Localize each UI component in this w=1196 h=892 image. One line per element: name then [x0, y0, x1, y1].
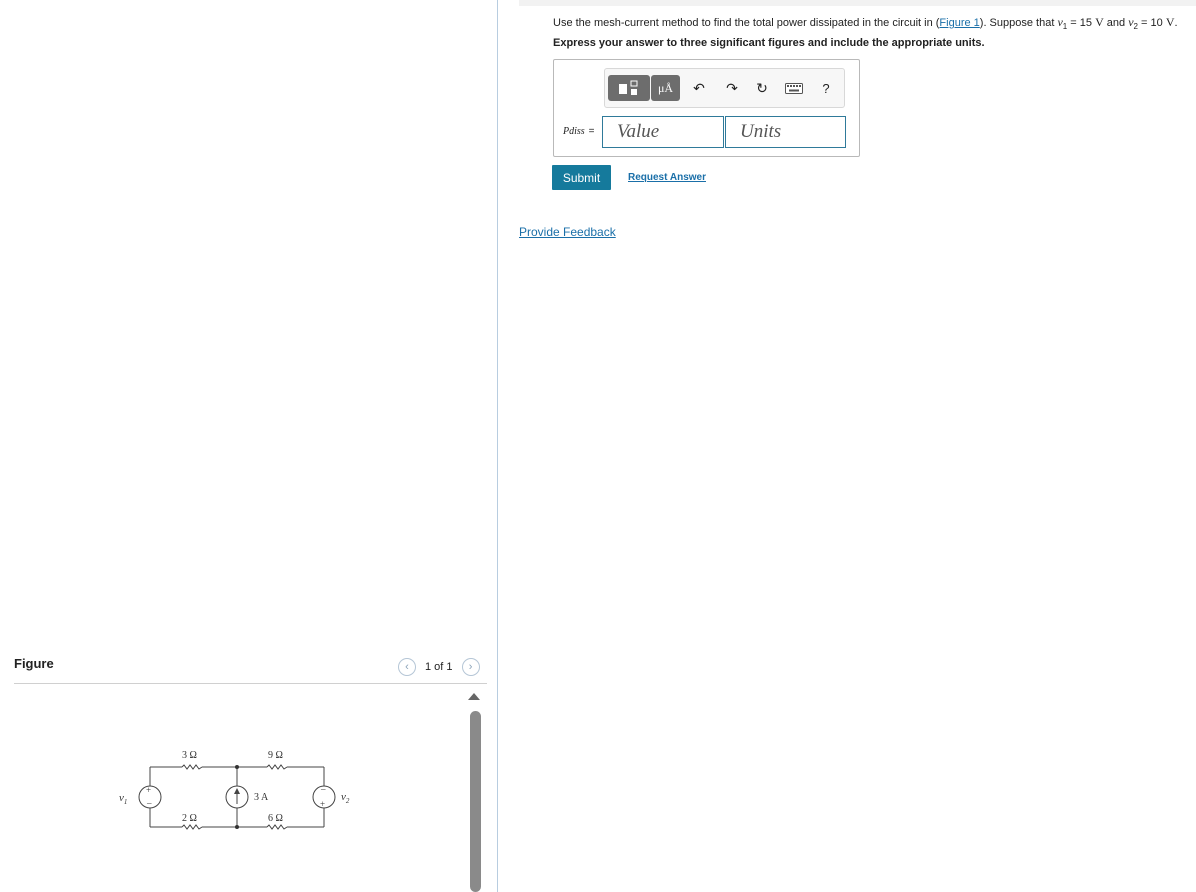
reset-icon: ↻ — [756, 79, 768, 96]
pdiss-label: Pdiss = — [563, 126, 595, 137]
math-toolbar: μÅ ↶ ↷ ↻ ? — [604, 68, 845, 108]
figure-1-link[interactable]: Figure 1 — [939, 17, 979, 29]
units-button[interactable]: μÅ — [651, 75, 680, 101]
undo-icon: ↶ — [693, 79, 705, 96]
templates-icon — [619, 80, 638, 95]
provide-feedback-link[interactable]: Provide Feedback — [519, 225, 616, 239]
r-top-left-label: 3 Ω — [182, 750, 197, 761]
keyboard-icon — [785, 82, 803, 94]
figure-pager: ‹ 1 of 1 › — [398, 656, 480, 678]
panel-divider — [497, 0, 498, 892]
undo-button[interactable]: ↶ — [688, 75, 710, 101]
top-bar — [519, 0, 1196, 6]
svg-text:+: + — [320, 799, 325, 809]
figure-heading: Figure — [14, 656, 54, 671]
redo-button[interactable]: ↷ — [721, 75, 743, 101]
r-bottom-left-label: 2 Ω — [182, 813, 197, 824]
scrollbar-thumb[interactable] — [470, 711, 481, 892]
svg-text:+: + — [146, 785, 151, 795]
redo-icon: ↷ — [726, 79, 738, 96]
answer-instruction: Express your answer to three significant… — [553, 37, 985, 49]
svg-text:–: – — [320, 784, 326, 794]
current-source-label: 3 A — [254, 792, 269, 803]
units-input[interactable] — [725, 116, 846, 148]
submit-button[interactable]: Submit — [552, 165, 611, 190]
chevron-left-icon: ‹ — [405, 661, 409, 673]
scroll-up-arrow[interactable] — [468, 693, 480, 700]
v2-label: v2 — [341, 791, 350, 805]
svg-text:–: – — [146, 798, 152, 808]
keyboard-button[interactable] — [782, 75, 806, 101]
next-figure-button[interactable]: › — [461, 658, 480, 676]
pager-count: 1 of 1 — [425, 661, 453, 673]
r-bottom-right-label: 6 Ω — [268, 813, 283, 824]
figure-panel: Figure ‹ 1 of 1 › + – – + 3 Ω 9 Ω 2 Ω 6 … — [0, 0, 497, 892]
templates-button[interactable] — [608, 75, 650, 101]
circuit-diagram: + – – + 3 Ω 9 Ω 2 Ω 6 Ω 3 A v1 v2 — [119, 750, 350, 830]
chevron-right-icon: › — [468, 661, 473, 673]
figure-divider — [14, 683, 487, 684]
request-answer-link[interactable]: Request Answer — [628, 172, 706, 183]
v1-label: v1 — [119, 792, 127, 806]
help-button[interactable]: ? — [815, 75, 837, 101]
question-text: Use the mesh-current method to find the … — [553, 15, 1178, 32]
value-input[interactable] — [602, 116, 724, 148]
prev-figure-button[interactable]: ‹ — [398, 658, 416, 676]
reset-button[interactable]: ↻ — [751, 75, 773, 101]
r-top-right-label: 9 Ω — [268, 750, 283, 761]
